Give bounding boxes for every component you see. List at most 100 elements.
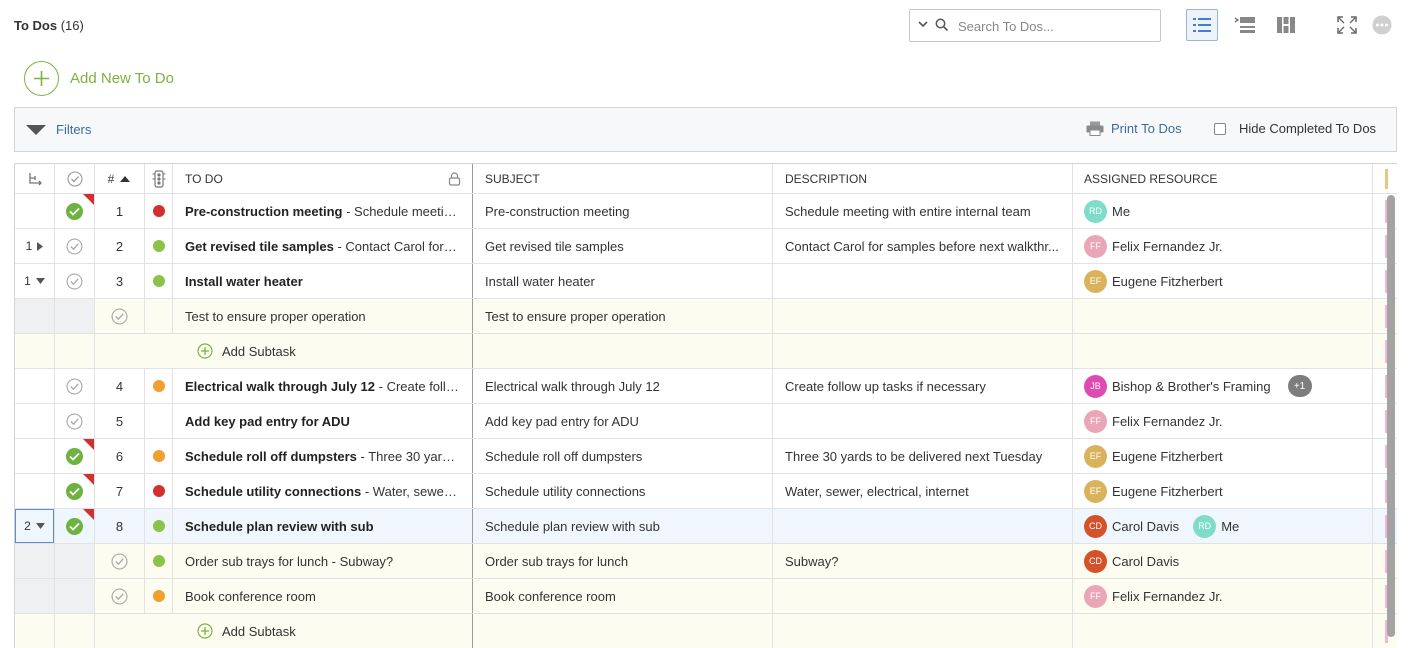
- todo-cell[interactable]: Get revised tile samples - Contact Carol…: [173, 229, 473, 263]
- list-view-button[interactable]: [1186, 9, 1218, 41]
- subject-cell[interactable]: Get revised tile samples: [473, 229, 773, 263]
- status-cell[interactable]: [55, 264, 95, 298]
- todo-cell[interactable]: Order sub trays for lunch - Subway?: [173, 544, 473, 578]
- description-cell[interactable]: Schedule meeting with entire internal te…: [773, 194, 1073, 228]
- subtask-expander[interactable]: 2: [15, 509, 54, 543]
- status-cell[interactable]: [55, 404, 95, 438]
- todo-cell[interactable]: Install water heater: [173, 264, 473, 298]
- completed-check-icon[interactable]: [66, 202, 83, 220]
- status-cell[interactable]: [55, 474, 95, 508]
- search-box[interactable]: [909, 9, 1161, 42]
- search-input[interactable]: [956, 16, 1152, 36]
- status-column-header[interactable]: [55, 164, 95, 193]
- status-cell[interactable]: [55, 439, 95, 473]
- description-cell[interactable]: Subway?: [773, 544, 1073, 578]
- completed-check-icon[interactable]: [66, 447, 83, 465]
- todo-cell[interactable]: Schedule plan review with sub: [173, 509, 473, 543]
- incomplete-check-icon[interactable]: [66, 272, 83, 290]
- assigned-cell[interactable]: RD Me: [1073, 194, 1373, 228]
- subtask-row[interactable]: Order sub trays for lunch - Subway? Orde…: [15, 544, 1397, 579]
- incomplete-check-icon[interactable]: [111, 552, 128, 570]
- grouped-view-button[interactable]: [1229, 9, 1261, 41]
- table-row[interactable]: 1 2 Get revised tile samples - Contact C…: [15, 229, 1397, 264]
- fullscreen-button[interactable]: [1331, 9, 1363, 41]
- expander-cell[interactable]: 1: [15, 229, 55, 263]
- add-subtask-row[interactable]: Add Subtask: [15, 614, 1397, 648]
- hide-completed-checkbox[interactable]: [1214, 122, 1226, 135]
- incomplete-check-icon[interactable]: [66, 377, 83, 395]
- description-column-header[interactable]: DESCRIPTION: [773, 164, 1073, 193]
- description-cell[interactable]: [773, 579, 1073, 613]
- table-row[interactable]: 6 Schedule roll off dumpsters - Three 30…: [15, 439, 1397, 474]
- number-column-header[interactable]: #: [95, 164, 145, 193]
- status-cell[interactable]: [55, 509, 95, 543]
- table-row[interactable]: 1 Pre-construction meeting - Schedule me…: [15, 194, 1397, 229]
- subject-cell[interactable]: Electrical walk through July 12: [473, 369, 773, 403]
- expander-cell[interactable]: 2: [15, 509, 55, 543]
- table-row[interactable]: 5 Add key pad entry for ADU Add key pad …: [15, 404, 1397, 439]
- table-row[interactable]: 1 3 Install water heater Install water h…: [15, 264, 1397, 299]
- subject-cell[interactable]: Schedule plan review with sub: [473, 509, 773, 543]
- assigned-cell[interactable]: FF Felix Fernandez Jr.: [1073, 579, 1373, 613]
- description-cell[interactable]: Water, sewer, electrical, internet: [773, 474, 1073, 508]
- hierarchy-column-header[interactable]: [15, 164, 55, 193]
- todo-cell[interactable]: Book conference room: [173, 579, 473, 613]
- status-cell[interactable]: [55, 369, 95, 403]
- incomplete-check-icon[interactable]: [66, 237, 83, 255]
- todo-cell[interactable]: Schedule roll off dumpsters - Three 30 y…: [173, 439, 473, 473]
- add-subtask-button[interactable]: Add Subtask: [185, 334, 473, 368]
- subject-cell[interactable]: Test to ensure proper operation: [473, 299, 773, 333]
- print-todos-button[interactable]: Print To Dos: [1086, 121, 1182, 136]
- assigned-cell[interactable]: FF Felix Fernandez Jr.: [1073, 404, 1373, 438]
- more-resources-badge[interactable]: +1: [1287, 375, 1312, 397]
- filters-toggle[interactable]: Filters: [56, 122, 91, 137]
- table-row[interactable]: 4 Electrical walk through July 12 - Crea…: [15, 369, 1397, 404]
- board-view-button[interactable]: [1270, 9, 1302, 41]
- assigned-column-header[interactable]: ASSIGNED RESOURCE: [1073, 164, 1373, 193]
- table-row-selected[interactable]: 2 8 Schedule plan review with sub Schedu…: [15, 509, 1397, 544]
- subject-cell[interactable]: Order sub trays for lunch: [473, 544, 773, 578]
- expander-cell[interactable]: 1: [15, 264, 55, 298]
- todo-cell[interactable]: Test to ensure proper operation: [173, 299, 473, 333]
- subject-cell[interactable]: Add key pad entry for ADU: [473, 404, 773, 438]
- todo-cell[interactable]: Electrical walk through July 12 - Create…: [173, 369, 473, 403]
- subject-column-header[interactable]: SUBJECT: [473, 164, 773, 193]
- status-cell[interactable]: [95, 299, 145, 333]
- incomplete-check-icon[interactable]: [66, 412, 83, 430]
- assigned-cell[interactable]: JB Bishop & Brother's Framing +1: [1073, 369, 1373, 403]
- subtask-row[interactable]: Book conference room Book conference roo…: [15, 579, 1397, 614]
- subject-cell[interactable]: Install water heater: [473, 264, 773, 298]
- description-cell[interactable]: [773, 509, 1073, 543]
- description-cell[interactable]: [773, 299, 1073, 333]
- subtask-expander[interactable]: 1: [26, 239, 44, 253]
- description-cell[interactable]: Create follow up tasks if necessary: [773, 369, 1073, 403]
- subtask-expander[interactable]: 1: [24, 274, 45, 288]
- caret-down-icon[interactable]: [26, 125, 46, 136]
- description-cell[interactable]: [773, 264, 1073, 298]
- description-cell[interactable]: [773, 404, 1073, 438]
- description-cell[interactable]: Contact Carol for samples before next wa…: [773, 229, 1073, 263]
- hide-completed-toggle[interactable]: Hide Completed To Dos: [1214, 121, 1376, 136]
- status-cell[interactable]: [55, 194, 95, 228]
- subject-cell[interactable]: Pre-construction meeting: [473, 194, 773, 228]
- subject-cell[interactable]: Schedule utility connections: [473, 474, 773, 508]
- more-options-button[interactable]: [1366, 9, 1398, 41]
- assigned-cell[interactable]: EF Eugene Fitzherbert: [1073, 439, 1373, 473]
- incomplete-check-icon[interactable]: [111, 307, 128, 325]
- assigned-cell[interactable]: CD Carol Davis RD Me: [1073, 509, 1373, 543]
- assigned-cell[interactable]: FF Felix Fernandez Jr.: [1073, 229, 1373, 263]
- subtask-row[interactable]: Test to ensure proper operation Test to …: [15, 299, 1397, 334]
- description-cell[interactable]: Three 30 yards to be delivered next Tues…: [773, 439, 1073, 473]
- status-cell[interactable]: [95, 544, 145, 578]
- table-row[interactable]: 7 Schedule utility connections - Water, …: [15, 474, 1397, 509]
- subject-cell[interactable]: Book conference room: [473, 579, 773, 613]
- incomplete-check-icon[interactable]: [111, 587, 128, 605]
- todo-column-header[interactable]: TO DO: [173, 164, 473, 193]
- todo-cell[interactable]: Schedule utility connections - Water, se…: [173, 474, 473, 508]
- subject-cell[interactable]: Schedule roll off dumpsters: [473, 439, 773, 473]
- priority-column-header[interactable]: [145, 164, 173, 193]
- add-new-todo-button[interactable]: Add New To Do: [24, 60, 174, 96]
- assigned-cell[interactable]: [1073, 299, 1373, 333]
- assigned-cell[interactable]: EF Eugene Fitzherbert: [1073, 474, 1373, 508]
- assigned-cell[interactable]: EF Eugene Fitzherbert: [1073, 264, 1373, 298]
